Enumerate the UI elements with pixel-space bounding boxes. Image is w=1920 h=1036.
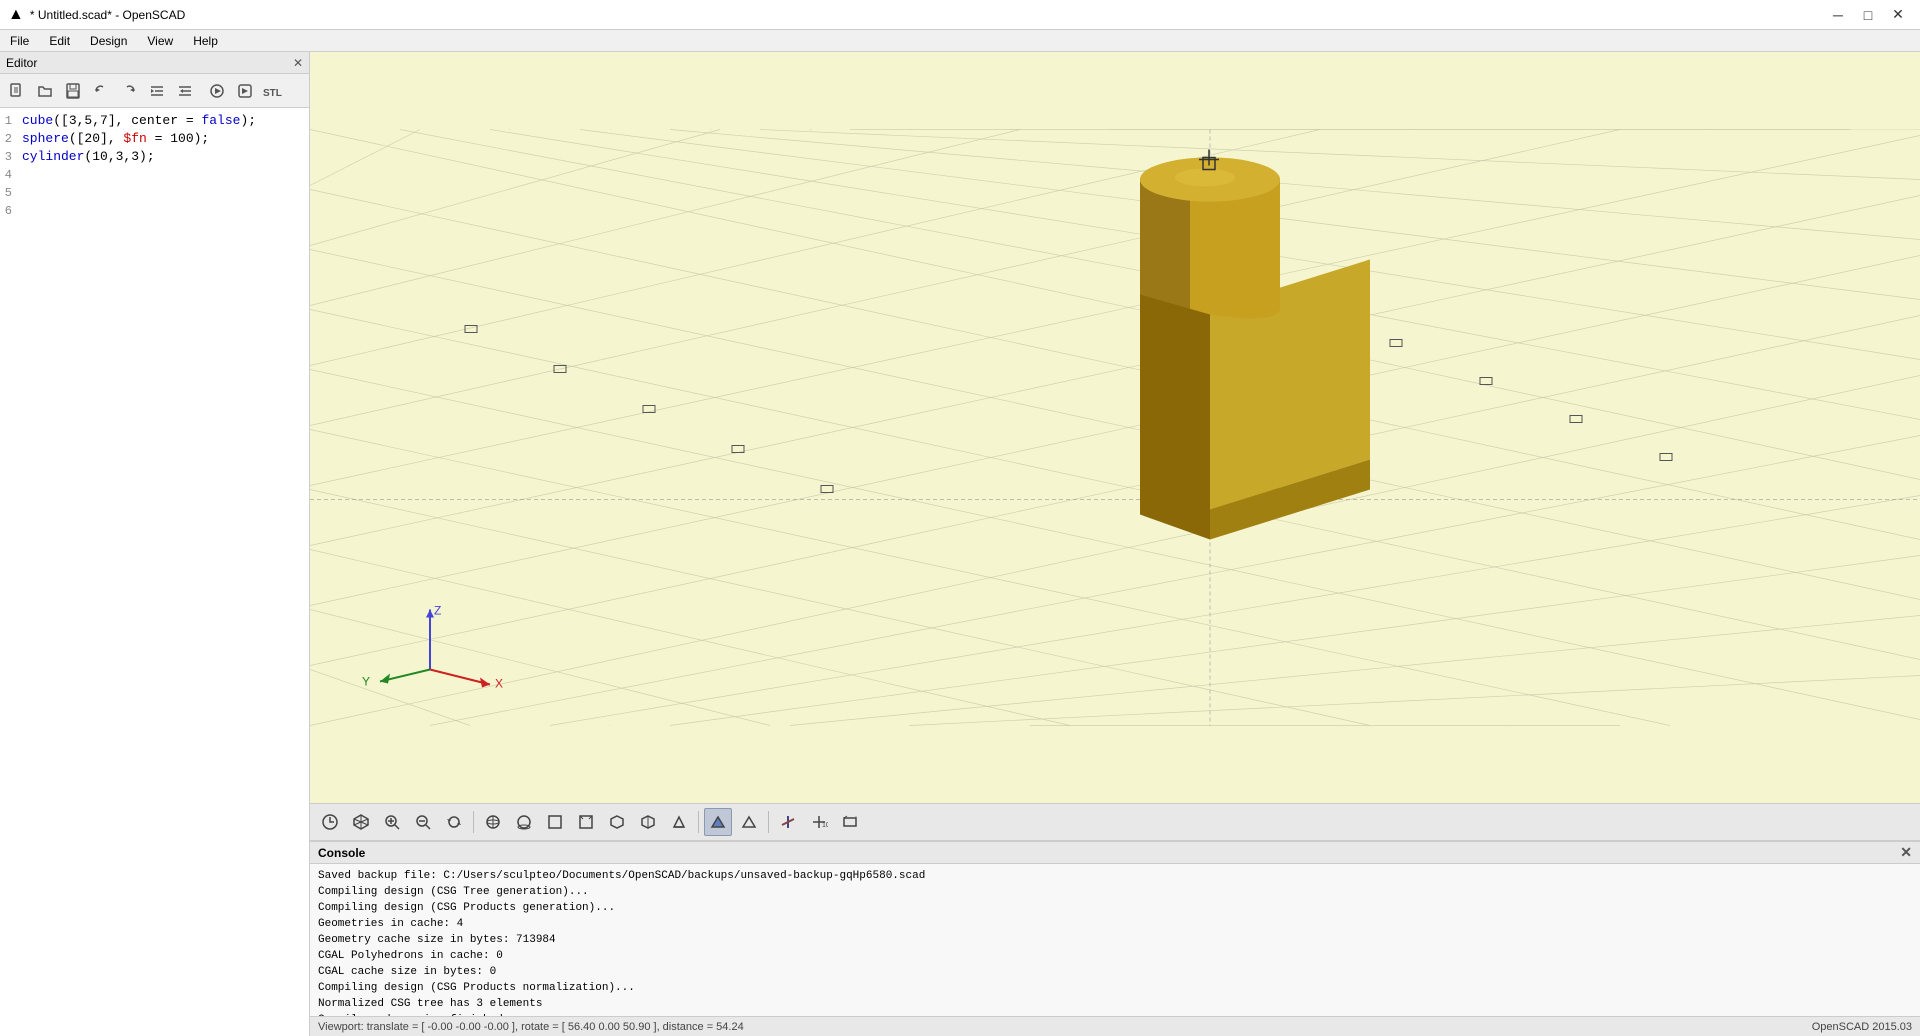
code-line-6: 6	[0, 202, 309, 220]
editor-panel: Editor ✕	[0, 52, 310, 1036]
code-editor[interactable]: 1 cube([3,5,7], center = false); 2 spher…	[0, 108, 309, 1036]
editor-label: Editor	[6, 56, 37, 70]
main-layout: Editor ✕	[0, 52, 1920, 1036]
maximize-button[interactable]: □	[1854, 4, 1882, 26]
console-line-7: CGAL cache size in bytes: 0	[318, 964, 1912, 980]
unindent-button[interactable]	[172, 78, 198, 104]
toolbar-separator-1	[473, 811, 474, 833]
auto-rotate-button[interactable]	[440, 808, 468, 836]
wireframe-button[interactable]	[735, 808, 763, 836]
axes-button[interactable]	[774, 808, 802, 836]
statusbar-right: OpenSCAD 2015.03	[1812, 1021, 1912, 1033]
toolbar-separator-2	[698, 811, 699, 833]
editor-toolbar: STL	[0, 74, 309, 108]
menu-file[interactable]: File	[0, 30, 39, 52]
menubar: File Edit Design View Help	[0, 30, 1920, 52]
3d-view-button[interactable]	[347, 808, 375, 836]
statusbar: Viewport: translate = [ -0.00 -0.00 -0.0…	[310, 1016, 1920, 1036]
ortho-button[interactable]	[836, 808, 864, 836]
menu-help[interactable]: Help	[183, 30, 228, 52]
view-left-button[interactable]	[603, 808, 631, 836]
undo-button[interactable]	[88, 78, 114, 104]
code-line-2: 2 sphere([20], $fn = 100);	[0, 130, 309, 148]
view-diagonal-button[interactable]	[665, 808, 693, 836]
console-line-1: Saved backup file: C:/Users/sculpteo/Doc…	[318, 868, 1912, 884]
editor-close-button[interactable]: ✕	[293, 56, 303, 70]
save-file-button[interactable]	[60, 78, 86, 104]
viewport-svg: Z X Y	[310, 52, 1920, 803]
code-line-1: 1 cube([3,5,7], center = false);	[0, 112, 309, 130]
view-right-button[interactable]	[634, 808, 662, 836]
viewport[interactable]: Z X Y	[310, 52, 1920, 803]
console-close-button[interactable]: ✕	[1900, 844, 1912, 861]
minimize-button[interactable]: ─	[1824, 4, 1852, 26]
code-line-3: 3 cylinder(10,3,3);	[0, 148, 309, 166]
editor-header: Editor ✕	[0, 52, 309, 74]
titlebar: ▲ * Untitled.scad* - OpenSCAD ─ □ ✕	[0, 0, 1920, 30]
console-panel: Console ✕ Saved backup file: C:/Users/sc…	[310, 841, 1920, 1016]
right-panel: Z X Y	[310, 52, 1920, 1036]
redo-button[interactable]	[116, 78, 142, 104]
console-line-4: Geometries in cache: 4	[318, 916, 1912, 932]
console-line-9: Normalized CSG tree has 3 elements	[318, 996, 1912, 1012]
console-header: Console ✕	[310, 842, 1920, 864]
console-line-3: Compiling design (CSG Products generatio…	[318, 900, 1912, 916]
titlebar-controls: ─ □ ✕	[1824, 4, 1912, 26]
crosshairs-button[interactable]: 10	[805, 808, 833, 836]
surfaces-button[interactable]	[704, 808, 732, 836]
view-top-button[interactable]	[479, 808, 507, 836]
render-button[interactable]	[232, 78, 258, 104]
reset-view-button[interactable]	[316, 808, 344, 836]
view-bottom-button[interactable]	[510, 808, 538, 836]
view-back-button[interactable]	[572, 808, 600, 836]
console-label: Console	[318, 846, 365, 860]
titlebar-left: ▲ * Untitled.scad* - OpenSCAD	[8, 6, 185, 24]
indent-button[interactable]	[144, 78, 170, 104]
svg-text:STL: STL	[263, 88, 282, 99]
svg-text:Y: Y	[362, 675, 370, 689]
titlebar-title: * Untitled.scad* - OpenSCAD	[30, 8, 185, 22]
svg-text:10: 10	[822, 822, 828, 829]
menu-view[interactable]: View	[137, 30, 183, 52]
toolbar-separator-3	[768, 811, 769, 833]
console-line-5: Geometry cache size in bytes: 713984	[318, 932, 1912, 948]
new-file-button[interactable]	[4, 78, 30, 104]
menu-edit[interactable]: Edit	[39, 30, 80, 52]
svg-text:X: X	[495, 677, 503, 691]
console-line-6: CGAL Polyhedrons in cache: 0	[318, 948, 1912, 964]
menu-design[interactable]: Design	[80, 30, 137, 52]
console-content: Saved backup file: C:/Users/sculpteo/Doc…	[310, 864, 1920, 1016]
close-button[interactable]: ✕	[1884, 4, 1912, 26]
code-line-4: 4	[0, 166, 309, 184]
export-stl-button[interactable]: STL	[260, 78, 286, 104]
view-front-button[interactable]	[541, 808, 569, 836]
zoom-in-button[interactable]	[378, 808, 406, 836]
preview-button[interactable]	[204, 78, 230, 104]
svg-text:Z: Z	[434, 604, 441, 618]
open-file-button[interactable]	[32, 78, 58, 104]
code-line-5: 5	[0, 184, 309, 202]
console-line-2: Compiling design (CSG Tree generation)..…	[318, 884, 1912, 900]
console-line-8: Compiling design (CSG Products normaliza…	[318, 980, 1912, 996]
statusbar-left: Viewport: translate = [ -0.00 -0.00 -0.0…	[318, 1021, 744, 1033]
zoom-out-button[interactable]	[409, 808, 437, 836]
viewport-toolbar: 10	[310, 803, 1920, 841]
